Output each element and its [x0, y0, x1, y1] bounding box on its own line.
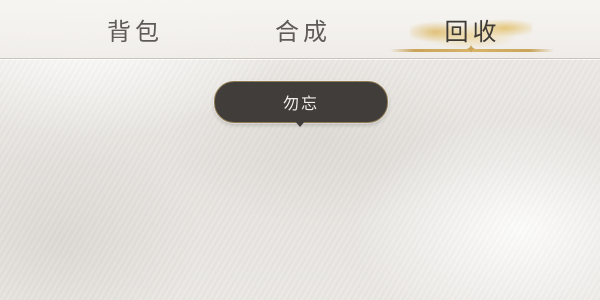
tooltip-text: 勿忘: [282, 94, 319, 113]
tab-bar: 背包 合成 回收 ✦: [0, 0, 600, 59]
tooltip-arrow-icon: [294, 120, 306, 127]
diamond-ornament-icon: ✦: [466, 42, 477, 56]
tab-craft[interactable]: 合成: [253, 0, 353, 58]
tab-backpack[interactable]: 背包: [85, 0, 185, 58]
item-tooltip: 勿忘: [214, 81, 388, 123]
tab-craft-label: 合成: [275, 17, 331, 46]
tab-backpack-label: 背包: [107, 17, 163, 46]
